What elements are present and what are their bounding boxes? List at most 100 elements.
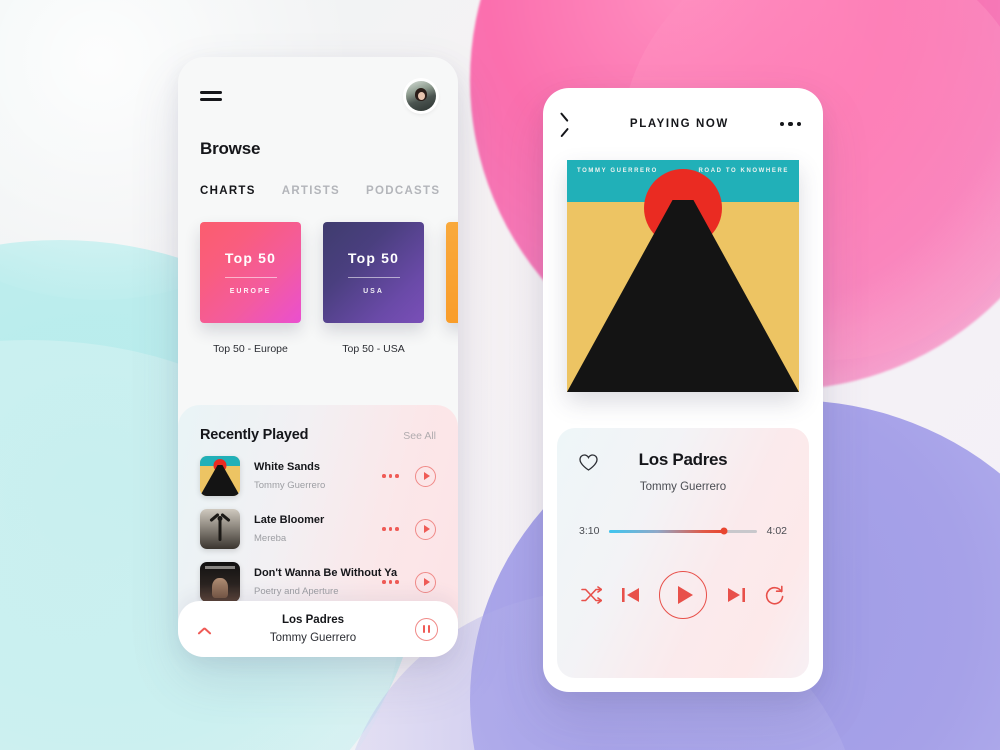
browse-header: Browse CHARTS ARTISTS PODCASTS Top 50 EU… bbox=[178, 57, 458, 355]
play-triangle bbox=[677, 586, 693, 604]
list-item[interactable]: Late Bloomer Mereba bbox=[200, 509, 436, 549]
album-thumbnail bbox=[200, 456, 240, 496]
dot bbox=[388, 580, 393, 584]
track-meta: Don't Wanna Be Without Ya Poetry and Ape… bbox=[254, 567, 398, 597]
dot bbox=[788, 121, 793, 127]
chart-cards-carousel[interactable]: Top 50 EUROPE Top 50 USA bbox=[200, 222, 458, 323]
browse-top-bar bbox=[200, 79, 436, 113]
player-track-title: Los Padres bbox=[638, 450, 728, 469]
cover-artist-text: TOMMY GUERRERO bbox=[577, 168, 658, 174]
page-title: Browse bbox=[200, 139, 261, 158]
dot bbox=[779, 121, 785, 127]
chart-card-captions: Top 50 - Europe Top 50 - USA To bbox=[200, 343, 436, 355]
see-all-link[interactable]: See All bbox=[403, 430, 436, 442]
pause-bar bbox=[427, 625, 431, 633]
dot bbox=[388, 474, 393, 478]
player-track-meta: Los Padres Tommy Guerrero bbox=[598, 450, 768, 493]
track-artist: Mereba bbox=[254, 533, 287, 544]
mini-player-title: Los Padres bbox=[282, 614, 344, 626]
dot bbox=[382, 474, 386, 478]
track-artist: Tommy Guerrero bbox=[254, 480, 326, 491]
more-options-icon[interactable] bbox=[382, 580, 399, 584]
pause-bar bbox=[422, 625, 426, 633]
more-options-icon[interactable] bbox=[382, 527, 399, 531]
section-title: Recently Played bbox=[200, 427, 309, 443]
shuffle-icon[interactable] bbox=[581, 586, 602, 604]
heart-icon[interactable] bbox=[579, 454, 598, 471]
pause-icon[interactable] bbox=[415, 617, 438, 641]
artwork-figure-body bbox=[218, 517, 222, 541]
browse-screen: Browse CHARTS ARTISTS PODCASTS Top 50 EU… bbox=[178, 57, 458, 657]
chevron-left-icon[interactable] bbox=[565, 116, 579, 132]
album-thumbnail bbox=[200, 562, 240, 602]
player-header: PLAYING NOW bbox=[543, 88, 823, 160]
dot bbox=[395, 580, 399, 584]
tab-artists[interactable]: ARTISTS bbox=[282, 185, 340, 197]
background-canvas bbox=[0, 0, 1000, 750]
play-icon[interactable] bbox=[415, 465, 436, 487]
mini-player-meta: Los Padres Tommy Guerrero bbox=[211, 614, 415, 644]
play-icon[interactable] bbox=[415, 518, 436, 540]
dot bbox=[395, 474, 399, 478]
progress-row: 3:10 4:02 bbox=[579, 525, 787, 537]
tab-charts[interactable]: CHARTS bbox=[200, 185, 256, 197]
player-title: PLAYING NOW bbox=[629, 118, 729, 130]
player-track-artist: Tommy Guerrero bbox=[639, 481, 727, 493]
recently-played-header: Recently Played See All bbox=[200, 427, 436, 443]
track-title: Late Bloomer bbox=[254, 514, 325, 526]
list-item[interactable]: Don't Wanna Be Without Ya Poetry and Ape… bbox=[200, 562, 436, 602]
repeat-icon[interactable] bbox=[764, 585, 785, 606]
chart-card-caption: Top 50 - Europe bbox=[213, 343, 288, 355]
chart-card-caption: Top 50 - USA bbox=[342, 343, 405, 355]
album-thumbnail bbox=[200, 509, 240, 549]
skip-previous-icon[interactable] bbox=[621, 585, 641, 605]
dot bbox=[382, 580, 386, 584]
chart-card-caption: To bbox=[446, 343, 458, 355]
mini-player-artist: Tommy Guerrero bbox=[269, 632, 357, 644]
album-cover: TOMMY GUERRERO ROAD TO KNOWHERE bbox=[567, 160, 799, 392]
play-triangle bbox=[423, 525, 430, 533]
play-button[interactable] bbox=[659, 571, 707, 619]
dot bbox=[395, 527, 399, 531]
skip-next-icon[interactable] bbox=[726, 585, 746, 605]
artwork-caption-bar bbox=[205, 566, 235, 569]
chart-card-europe[interactable]: Top 50 EUROPE bbox=[200, 222, 301, 323]
progress-fill bbox=[609, 529, 725, 533]
player-track-row: Los Padres Tommy Guerrero bbox=[579, 450, 787, 493]
avatar[interactable] bbox=[406, 81, 436, 111]
track-artist: Poetry and Aperture bbox=[254, 586, 339, 597]
chart-card-usa[interactable]: Top 50 USA bbox=[323, 222, 424, 323]
progress-knob[interactable] bbox=[720, 527, 728, 535]
total-time: 4:02 bbox=[766, 525, 787, 537]
dot bbox=[388, 527, 393, 531]
play-icon[interactable] bbox=[415, 571, 436, 593]
browse-tabs: CHARTS ARTISTS PODCASTS bbox=[200, 185, 439, 197]
track-meta: Late Bloomer Mereba bbox=[254, 514, 382, 544]
player-controls-panel: Los Padres Tommy Guerrero 3:10 4:02 bbox=[557, 428, 809, 678]
more-options-icon[interactable] bbox=[382, 474, 399, 478]
progress-slider[interactable] bbox=[609, 527, 757, 535]
chart-card-title: Top 50 bbox=[347, 250, 400, 266]
chevron-up-icon[interactable] bbox=[198, 623, 211, 636]
chart-card-region: EUROPE bbox=[229, 288, 272, 295]
track-title: Don't Wanna Be Without Ya bbox=[254, 567, 398, 579]
divider bbox=[224, 277, 277, 278]
track-title: White Sands bbox=[254, 461, 321, 473]
current-time: 3:10 bbox=[579, 525, 600, 537]
dot bbox=[382, 527, 386, 531]
mini-player-bar[interactable]: Los Padres Tommy Guerrero bbox=[178, 601, 458, 657]
chart-card-next[interactable] bbox=[446, 222, 458, 323]
play-triangle bbox=[423, 578, 430, 586]
player-screen: PLAYING NOW TOMMY GUERRERO ROAD TO KNOWH… bbox=[543, 88, 823, 692]
divider bbox=[347, 277, 400, 278]
hamburger-line bbox=[200, 91, 222, 94]
more-options-icon[interactable] bbox=[779, 121, 801, 127]
album-cover-wrap: TOMMY GUERRERO ROAD TO KNOWHERE bbox=[543, 160, 823, 392]
chart-card-title: Top 50 bbox=[224, 250, 277, 266]
hamburger-line bbox=[200, 98, 222, 101]
tab-podcasts[interactable]: PODCASTS bbox=[366, 185, 440, 197]
cover-album-text: ROAD TO KNOWHERE bbox=[698, 168, 789, 174]
hamburger-icon[interactable] bbox=[200, 91, 222, 101]
play-triangle bbox=[423, 472, 430, 480]
list-item[interactable]: White Sands Tommy Guerrero bbox=[200, 456, 436, 496]
